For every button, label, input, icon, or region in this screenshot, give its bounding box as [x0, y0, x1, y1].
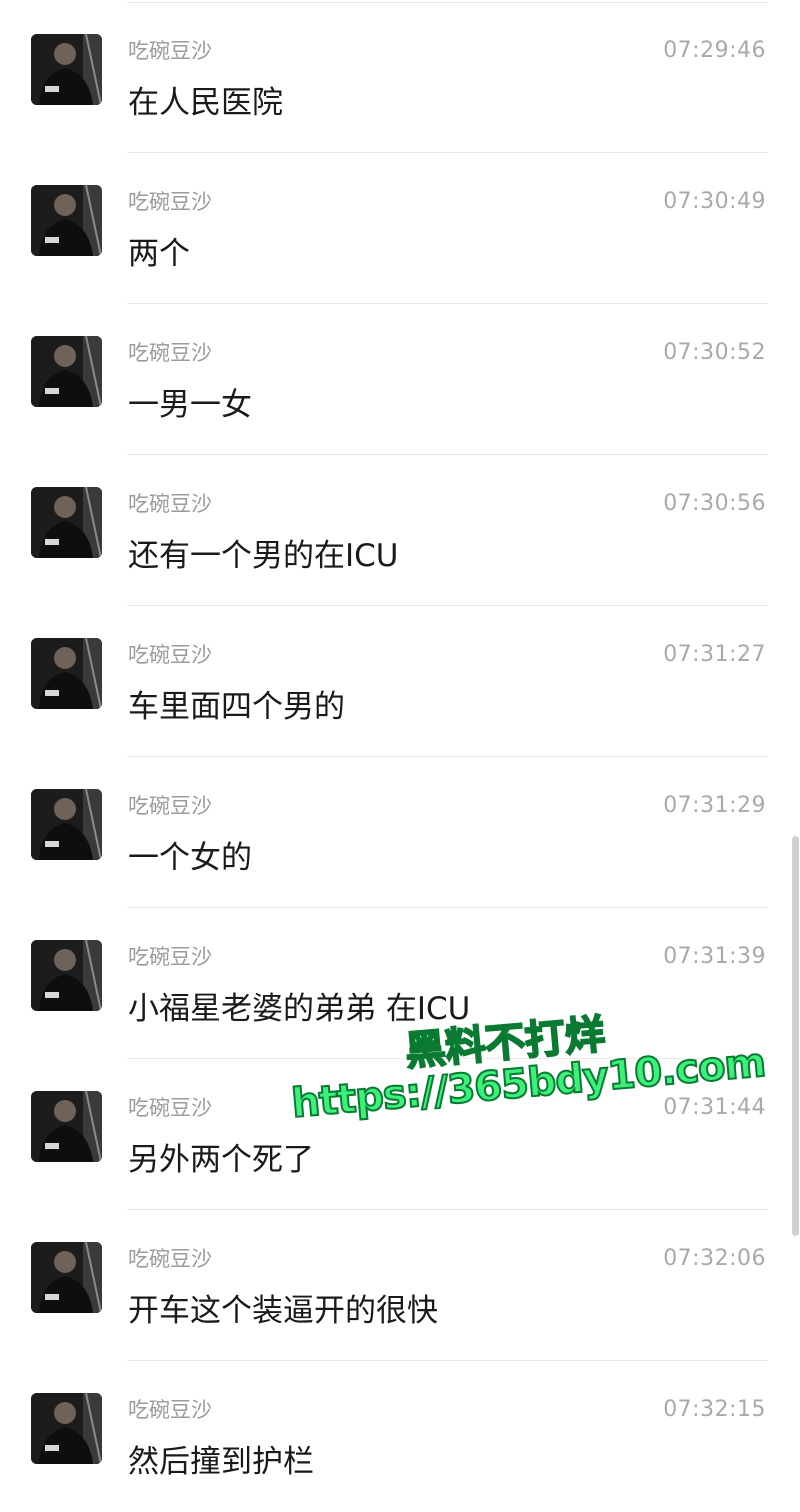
- message-text: 两个: [128, 236, 190, 272]
- sender-name: 吃碗豆沙: [128, 945, 212, 969]
- sender-name: 吃碗豆沙: [128, 39, 212, 63]
- message-time: 07:29:46: [663, 38, 766, 63]
- message-item[interactable]: 吃碗豆沙 07:32:06 开车这个装逼开的很快: [0, 1210, 800, 1361]
- message-text: 在人民医院: [128, 85, 283, 121]
- message-item[interactable]: 吃碗豆沙 07:31:39 小福星老婆的弟弟 在ICU: [0, 908, 800, 1059]
- message-time: 07:31:27: [663, 642, 766, 667]
- avatar[interactable]: [31, 34, 102, 105]
- avatar[interactable]: [31, 1242, 102, 1313]
- message-item[interactable]: 吃碗豆沙 07:30:52 一男一女: [0, 304, 800, 455]
- message-time: 07:31:44: [663, 1095, 766, 1120]
- scrollbar-thumb[interactable]: [792, 836, 799, 1236]
- avatar[interactable]: [31, 1393, 102, 1464]
- sender-name: 吃碗豆沙: [128, 643, 212, 667]
- message-time: 07:32:15: [663, 1397, 766, 1422]
- avatar[interactable]: [31, 336, 102, 407]
- sender-name: 吃碗豆沙: [128, 341, 212, 365]
- avatar[interactable]: [31, 487, 102, 558]
- message-item[interactable]: 吃碗豆沙 07:30:56 还有一个男的在ICU: [0, 455, 800, 606]
- sender-name: 吃碗豆沙: [128, 794, 212, 818]
- avatar[interactable]: [31, 1091, 102, 1162]
- message-item[interactable]: 吃碗豆沙 07:31:27 车里面四个男的: [0, 606, 800, 757]
- message-item[interactable]: 吃碗豆沙 07:32:15 然后撞到护栏: [0, 1361, 800, 1512]
- avatar[interactable]: [31, 638, 102, 709]
- chat-history-list[interactable]: 吃碗豆沙 07:29:46 在人民医院 吃碗豆沙 07:30:49 两个 吃碗豆…: [0, 0, 800, 1480]
- sender-name: 吃碗豆沙: [128, 1398, 212, 1422]
- message-time: 07:30:52: [663, 340, 766, 365]
- avatar[interactable]: [31, 185, 102, 256]
- avatar[interactable]: [31, 940, 102, 1011]
- message-text: 然后撞到护栏: [128, 1444, 314, 1480]
- sender-name: 吃碗豆沙: [128, 1247, 212, 1271]
- message-time: 07:32:06: [663, 1246, 766, 1271]
- message-time: 07:30:56: [663, 491, 766, 516]
- message-text: 还有一个男的在ICU: [128, 538, 399, 574]
- message-text: 一男一女: [128, 387, 252, 423]
- message-time: 07:30:49: [663, 189, 766, 214]
- message-item[interactable]: 吃碗豆沙 07:31:44 另外两个死了: [0, 1059, 800, 1210]
- sender-name: 吃碗豆沙: [128, 1096, 212, 1120]
- message-item[interactable]: 吃碗豆沙 07:29:46 在人民医院: [0, 2, 800, 153]
- message-time: 07:31:39: [663, 944, 766, 969]
- avatar[interactable]: [31, 789, 102, 860]
- message-time: 07:31:29: [663, 793, 766, 818]
- message-text: 车里面四个男的: [128, 689, 345, 725]
- message-text: 开车这个装逼开的很快: [128, 1293, 438, 1329]
- sender-name: 吃碗豆沙: [128, 492, 212, 516]
- message-text: 另外两个死了: [128, 1142, 314, 1178]
- message-text: 一个女的: [128, 840, 252, 876]
- message-item[interactable]: 吃碗豆沙 07:30:49 两个: [0, 153, 800, 304]
- sender-name: 吃碗豆沙: [128, 190, 212, 214]
- message-item[interactable]: 吃碗豆沙 07:31:29 一个女的: [0, 757, 800, 908]
- message-text: 小福星老婆的弟弟 在ICU: [128, 991, 471, 1027]
